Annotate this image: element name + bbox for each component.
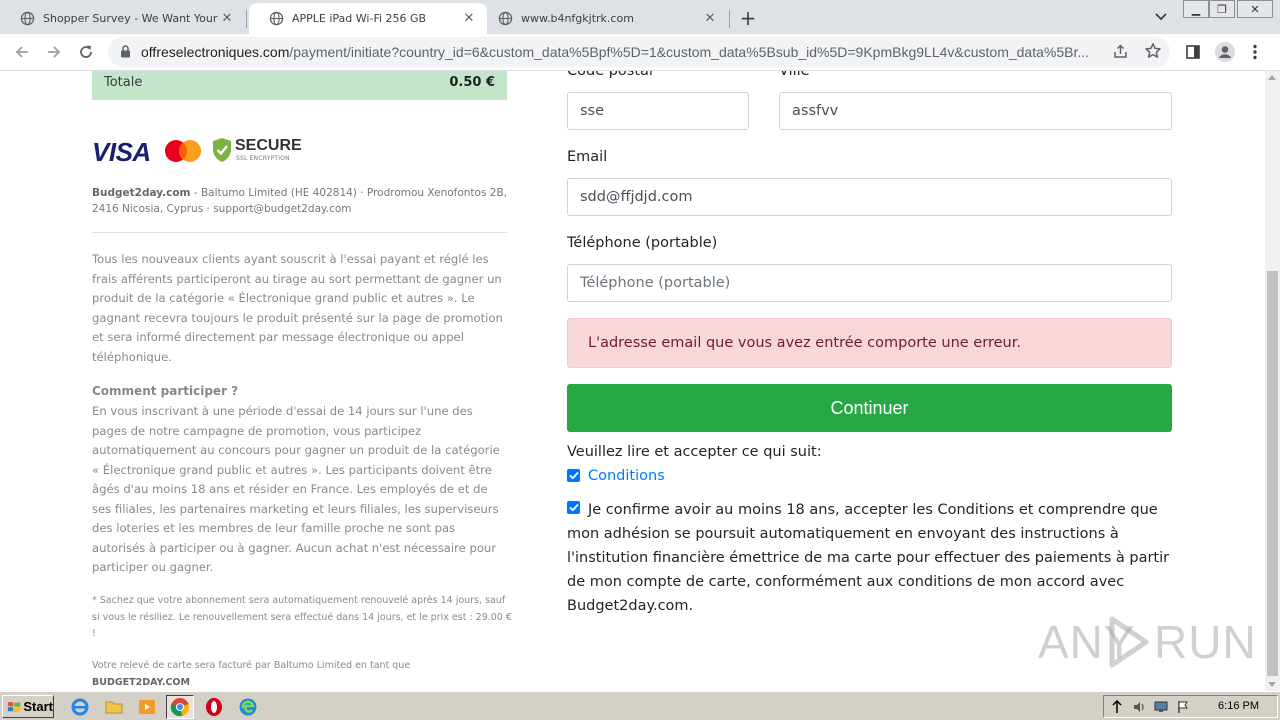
arrow-right-icon — [48, 46, 61, 58]
watermark-right: RUN — [1154, 616, 1257, 668]
lock-icon[interactable] — [120, 45, 131, 58]
url-path: /payment/initiate?country_id=6&custom_da… — [289, 44, 1090, 60]
globe-icon — [269, 11, 284, 26]
start-button[interactable]: Start — [2, 695, 54, 718]
phone-input[interactable]: Téléphone (portable) — [567, 264, 1172, 302]
total-label: Totale — [104, 75, 143, 90]
phone-label: Téléphone (portable) — [567, 235, 718, 251]
minimize-button[interactable]: ▁ — [1183, 0, 1209, 18]
secure-badge: SECURE SSL ENCRYPTION — [212, 137, 302, 165]
menu-button[interactable] — [1244, 41, 1266, 63]
conditions-link[interactable]: Conditions — [588, 468, 665, 484]
how-to-participate-text: En vous inscrivant à une période d'essai… — [92, 404, 500, 574]
chevron-down-icon — [1155, 13, 1167, 21]
age-confirm-text: Je confirme avoir au moins 18 ans, accep… — [567, 502, 1170, 614]
address-bar[interactable]: offreselectroniques.com/payment/initiate… — [108, 37, 1170, 67]
arrow-left-icon — [15, 46, 28, 58]
close-window-button[interactable]: ✕ — [1237, 0, 1273, 18]
tab-title: Shopper Survey - We Want Your Op — [43, 12, 219, 25]
email-error-alert: L'adresse email que vous avez entrée com… — [567, 318, 1172, 368]
secure-subtext: SSL ENCRYPTION — [236, 155, 290, 162]
accept-label: Veuillez lire et accepter ce qui suit: — [567, 444, 822, 460]
avatar-icon — [1215, 42, 1235, 62]
renewal-notice: * Sachez que votre abonnement sera autom… — [92, 595, 512, 639]
check-icon — [568, 471, 579, 480]
scroll-up-arrow[interactable] — [1268, 75, 1276, 80]
billing-text: Votre relevé de carte sera facturé par B… — [92, 660, 411, 671]
display-icon[interactable] — [1154, 700, 1168, 714]
tab-shopper-survey[interactable]: Shopper Survey - We Want Your Op ✕ — [0, 3, 245, 34]
scroll-down-arrow[interactable] — [1268, 682, 1276, 687]
reload-icon — [80, 45, 92, 58]
more-vertical-icon — [1253, 44, 1257, 60]
windows-logo-icon — [7, 701, 21, 712]
star-icon[interactable] — [1144, 42, 1162, 60]
forward-button[interactable] — [42, 40, 66, 64]
postal-code-input[interactable]: sse — [567, 92, 749, 130]
url-text: offreselectroniques.com/payment/initiate… — [141, 44, 1111, 60]
close-icon[interactable]: ✕ — [702, 11, 718, 27]
close-icon[interactable]: ✕ — [219, 11, 235, 27]
flag-icon[interactable] — [1176, 700, 1190, 714]
opera-icon[interactable] — [204, 697, 224, 717]
email-input[interactable]: sdd@ffjdjd.com — [567, 178, 1172, 216]
visa-logo: VISA — [92, 137, 151, 167]
tab-title: APPLE iPad Wi-Fi 256 GB — [292, 12, 427, 25]
page-content: Totale 0.50 € VISA SECURE SSL ENCRYPTION… — [0, 71, 1265, 691]
url-host: offreselectroniques.com — [141, 44, 290, 60]
terms-intro: Tous les nouveaux clients ayant souscrit… — [92, 252, 503, 364]
conditions-checkbox[interactable] — [567, 469, 580, 482]
side-panel-icon — [1186, 45, 1200, 59]
restore-button[interactable]: ❐ — [1209, 0, 1235, 18]
divider — [92, 232, 507, 233]
city-label: Ville — [779, 71, 810, 79]
company-name: Budget2day.com — [92, 187, 191, 199]
company-info: Budget2day.com - Baltumo Limited (HE 402… — [92, 185, 507, 217]
back-button[interactable] — [10, 40, 34, 64]
tab-title: www.b4nfgkjtrk.com — [521, 12, 634, 25]
side-panel-button[interactable] — [1182, 41, 1204, 63]
close-icon[interactable]: ✕ — [461, 11, 477, 27]
media-player-icon[interactable] — [137, 697, 157, 717]
email-label: Email — [567, 149, 608, 165]
mastercard-logo — [165, 140, 201, 162]
reload-button[interactable] — [74, 40, 98, 64]
edge-icon[interactable] — [238, 697, 258, 717]
anyrun-watermark: ANY RUN — [1038, 611, 1256, 671]
system-tray: 6:16 PM — [1103, 695, 1278, 718]
tab-b4nfgkjtrk[interactable]: www.b4nfgkjtrk.com ✕ — [478, 3, 728, 34]
total-amount: 0.50 € — [449, 75, 495, 90]
chrome-icon — [170, 698, 190, 717]
tab-search-button[interactable] — [1150, 8, 1172, 26]
start-label: Start — [23, 699, 53, 714]
share-icon[interactable] — [1112, 43, 1129, 60]
shield-icon — [213, 138, 231, 162]
globe-icon — [20, 11, 35, 26]
how-to-participate-title: Comment participer ? — [92, 384, 239, 398]
secure-text: SECURE — [235, 137, 302, 154]
scrollbar-thumb[interactable] — [1267, 271, 1278, 676]
browser-toolbar: offreselectroniques.com/payment/initiate… — [0, 34, 1280, 71]
profile-button[interactable] — [1214, 41, 1236, 63]
internet-explorer-icon[interactable] — [70, 697, 90, 717]
tab-strip: Shopper Survey - We Want Your Op ✕ APPLE… — [0, 0, 1280, 34]
volume-icon[interactable] — [1132, 700, 1146, 714]
new-tab-button[interactable]: + — [736, 6, 760, 30]
order-total-box: Totale 0.50 € — [92, 71, 507, 100]
continue-button[interactable]: Continuer — [567, 384, 1172, 432]
chrome-taskbar-button[interactable] — [166, 695, 194, 719]
taskbar-clock: 6:16 PM — [1218, 700, 1259, 712]
tab-apple-ipad[interactable]: APPLE iPad Wi-Fi 256 GB ✕ — [249, 3, 487, 34]
page-scrollbar[interactable] — [1265, 71, 1280, 691]
postal-code-label: Code postal — [567, 71, 653, 79]
globe-icon — [498, 11, 513, 26]
billing-name: BUDGET2DAY.COM — [92, 676, 190, 688]
city-input[interactable]: assfvv — [779, 92, 1172, 130]
network-icon[interactable] — [1110, 700, 1124, 714]
folder-icon[interactable] — [104, 697, 124, 717]
taskbar: Start 6:16 PM — [0, 691, 1280, 720]
billing-notice: Votre relevé de carte sera facturé par B… — [92, 658, 512, 691]
play-icon — [1109, 616, 1149, 668]
